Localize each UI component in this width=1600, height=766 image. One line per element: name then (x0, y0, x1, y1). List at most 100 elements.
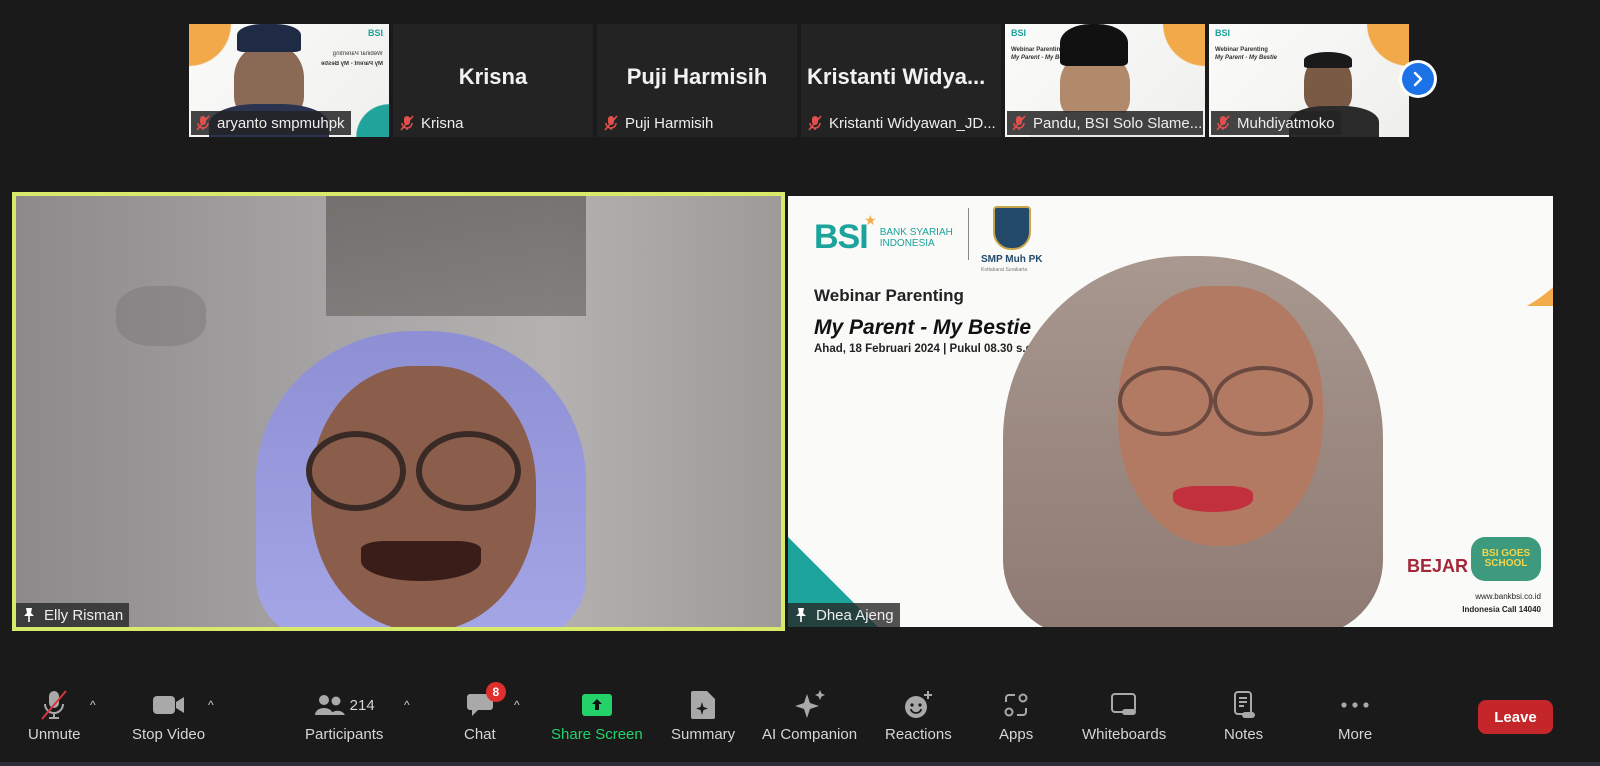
next-page-button[interactable] (1399, 60, 1437, 98)
mic-muted-icon (807, 115, 823, 131)
mic-muted-icon (399, 115, 415, 131)
notes-icon (1232, 688, 1256, 722)
participant-name: aryanto smpmuhpk (217, 114, 345, 132)
bsi-logo-mini: BSI (367, 28, 383, 38)
participant-thumbnail[interactable]: Krisna Krisna (393, 24, 593, 137)
more-button[interactable]: More (1338, 688, 1372, 743)
video-name-tag: Elly Risman (16, 603, 130, 627)
star-icon: ★ (864, 212, 877, 228)
participants-button[interactable]: 214 Participants (305, 688, 383, 743)
sparkle-icon (793, 688, 827, 722)
ai-companion-label: AI Companion (762, 726, 858, 743)
main-video-tile[interactable]: BSI ★ BANK SYARIAH INDONESIA SMP Muh PK Ko… (788, 196, 1553, 627)
more-dots-icon (1340, 688, 1370, 722)
leave-button[interactable]: Leave (1478, 700, 1553, 734)
window-bottom-edge (0, 762, 1600, 766)
bsi-bank-name: BANK SYARIAH INDONESIA (879, 226, 953, 249)
mic-muted-icon (1215, 115, 1231, 131)
participant-display-name: Kristanti Widya... (807, 64, 986, 89)
slide-heading: Webinar Parenting (814, 286, 964, 305)
participant-thumbnail[interactable]: BSI Webinar Parenting My Parent - My Bes… (1005, 24, 1205, 137)
whiteboards-button[interactable]: Whiteboards (1082, 688, 1166, 743)
chat-unread-badge: 8 (485, 682, 506, 702)
participant-thumbnail[interactable]: Kristanti Widya... Kristanti Widyawan_JD… (801, 24, 1001, 137)
share-screen-button[interactable]: Share Screen (551, 688, 643, 743)
pin-icon (794, 607, 808, 623)
apps-button[interactable]: Apps (999, 688, 1033, 743)
sponsor-logo-bejar: BEJAR (1406, 556, 1468, 576)
whiteboards-label: Whiteboards (1082, 726, 1167, 743)
bsi-logo: BSI ★ BANK SYARIAH INDONESIA (814, 212, 953, 257)
chat-label: Chat (464, 726, 496, 743)
bsi-logo-mini: BSI (1011, 28, 1027, 38)
participant-name: Muhdiyatmoko (1237, 114, 1335, 132)
video-camera-icon (152, 688, 186, 722)
participant-name-label: Puji Harmisih (599, 111, 720, 135)
slide-title: My Parent - My Bestie (814, 316, 1032, 339)
participant-display-name: Puji Harmisih (626, 64, 768, 89)
bsi-wordmark: BSI ★ (814, 212, 877, 256)
background-picture-frame (326, 196, 586, 316)
participants-label: Participants (305, 726, 384, 743)
speaker-glasses-right (1213, 366, 1313, 436)
background-shadow (116, 286, 206, 346)
slide-white-curve (1303, 196, 1553, 326)
speaker-glasses-left (1118, 366, 1213, 436)
bank-url: www.bankbsi.co.id (1475, 592, 1541, 601)
participant-display-name: Krisna (458, 64, 528, 89)
mic-muted-icon (1011, 115, 1027, 131)
share-screen-icon (581, 688, 612, 722)
chat-options-caret[interactable]: ^ (514, 698, 520, 712)
pin-icon (22, 607, 36, 623)
participant-thumbnail[interactable]: BSI Webinar Parenting My Parent - My Bes… (1209, 24, 1409, 137)
summary-button[interactable]: Summary (671, 688, 735, 743)
apps-icon (1003, 688, 1029, 722)
reactions-label: Reactions (885, 726, 952, 743)
slide-subtitle-mini: My Parent - My Bestie (320, 61, 383, 67)
apps-label: Apps (999, 726, 1034, 743)
chat-bubble-icon: 8 (466, 682, 506, 722)
participant-cap (237, 24, 301, 52)
unmute-label: Unmute (28, 726, 81, 743)
slide-title-mini: Webinar Parenting (1215, 47, 1268, 53)
participant-cap (1060, 24, 1128, 66)
audio-options-caret[interactable]: ^ (90, 698, 96, 712)
summary-label: Summary (671, 726, 736, 743)
participant-name: Krisna (421, 114, 464, 132)
stop-video-button[interactable]: Stop Video (132, 688, 205, 743)
participant-name: Puji Harmisih (625, 114, 714, 132)
summary-document-icon (690, 688, 716, 722)
video-name-tag: Dhea Ajeng (788, 603, 900, 627)
participant-name: Elly Risman (44, 606, 124, 624)
chat-button[interactable]: 8 Chat (464, 682, 506, 743)
video-options-caret[interactable]: ^ (208, 698, 214, 712)
slide-subtitle-mini: My Parent - My Bestie (1215, 55, 1278, 61)
meeting-toolbar: Unmute ^ Stop Video ^ 214 Participants ^… (0, 680, 1600, 766)
participant-hair (1304, 52, 1352, 68)
logo-divider (968, 208, 969, 260)
participant-name-label: aryanto smpmuhpk (191, 111, 351, 135)
main-video-tile-active-speaker[interactable]: Elly Risman (12, 192, 785, 631)
participant-thumbnail-strip: BSI Webinar Parenting My Parent - My Bes… (189, 24, 1409, 137)
ai-companion-button[interactable]: AI Companion (762, 688, 857, 743)
speaker-glasses-right (416, 431, 521, 511)
reactions-button[interactable]: Reactions (885, 688, 952, 743)
participants-options-caret[interactable]: ^ (404, 698, 410, 712)
bsi-logo-mini: BSI (1215, 28, 1231, 38)
share-screen-label: Share Screen (551, 726, 643, 743)
participant-name-label: Pandu, BSI Solo Slame... (1007, 111, 1203, 135)
participant-thumbnail[interactable]: Puji Harmisih Puji Harmisih (597, 24, 797, 137)
participant-name-label: Muhdiyatmoko (1211, 111, 1341, 135)
participant-name-label: Krisna (395, 111, 470, 135)
bank-call: Indonesia Call 14040 (1462, 605, 1541, 614)
sponsor-logo-goes-school: BSI GOES SCHOOL (1471, 537, 1541, 581)
participants-count: 214 (349, 696, 375, 714)
school-name: SMP Muh PK (981, 254, 1043, 265)
participant-thumbnail[interactable]: BSI Webinar Parenting My Parent - My Bes… (189, 24, 389, 137)
notes-button[interactable]: Notes (1224, 688, 1263, 743)
participant-name-label: Kristanti Widyawan_JD... (803, 111, 999, 135)
participant-name: Kristanti Widyawan_JD... (829, 114, 996, 132)
unmute-button[interactable]: Unmute (28, 688, 81, 743)
slide-title-mini: Webinar Parenting (1011, 47, 1064, 53)
mic-muted-icon (603, 115, 619, 131)
